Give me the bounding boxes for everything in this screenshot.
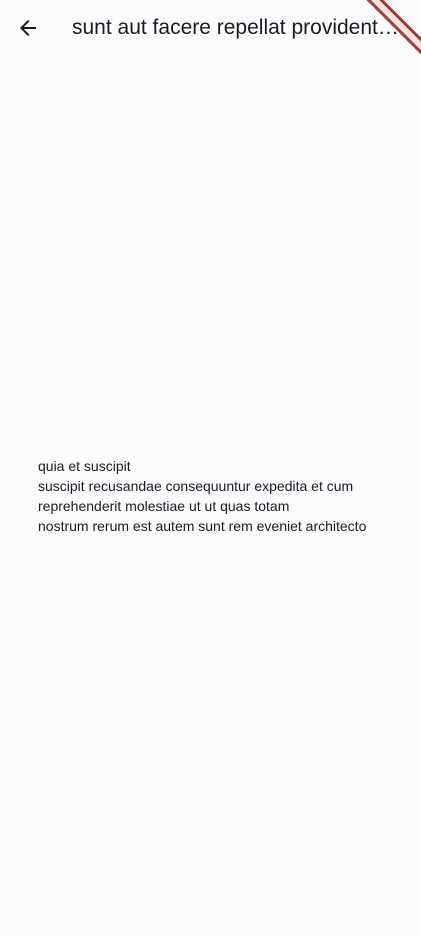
app-bar: sunt aut facere repellat provident occae… xyxy=(0,0,421,56)
page-title: sunt aut facere repellat provident occae… xyxy=(72,16,399,39)
post-body-line: quia et suscipit xyxy=(38,458,131,474)
arrow-back-icon xyxy=(16,16,40,40)
post-body-line: nostrum rerum est autem sunt rem eveniet… xyxy=(38,518,367,534)
back-button[interactable] xyxy=(4,4,52,52)
post-body-line: reprehenderit molestiae ut ut quas totam xyxy=(38,498,290,514)
post-body-line: suscipit recusandae consequuntur expedit… xyxy=(38,478,354,494)
post-body: quia et suscipit suscipit recusandae con… xyxy=(38,456,398,536)
